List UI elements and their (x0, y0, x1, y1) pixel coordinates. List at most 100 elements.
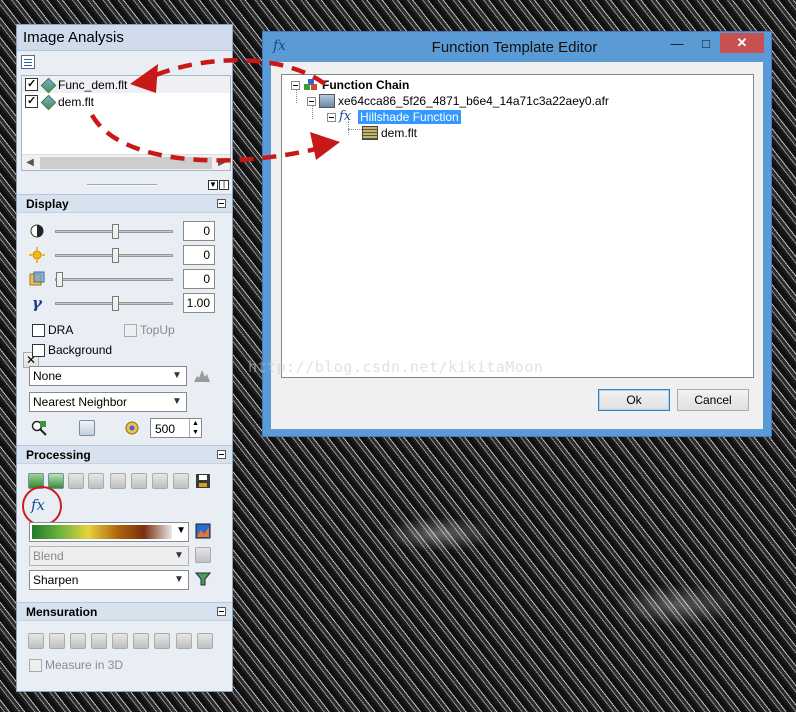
function-chain-icon (303, 78, 319, 92)
slider-thumb[interactable] (112, 247, 119, 263)
tree-node-hillshade[interactable]: 𝑓x Hillshade Function (327, 109, 461, 125)
transparency-value[interactable]: 0 (183, 269, 215, 289)
composite-icon (151, 472, 169, 490)
raster-grid-icon (362, 126, 378, 140)
sharpen-value: Sharpen (33, 573, 79, 587)
horizontal-scrollbar[interactable]: ◀ ▶ (22, 154, 230, 170)
zoom-to-resolution-icon[interactable] (30, 419, 48, 437)
stepper-arrows-icon[interactable]: ▲ ▼ (189, 419, 201, 437)
processing-section-header[interactable]: Processing (17, 445, 232, 464)
layer-checkbox[interactable] (25, 78, 38, 91)
ok-button[interactable]: Ok (598, 389, 670, 411)
tree-node-label: xe64cca86_5f26_4871_b6e4_14a71c3a22aey0.… (338, 94, 609, 108)
background-label: Background (48, 343, 113, 357)
measure-height-icon (90, 632, 108, 650)
contrast-slider-row: 0 (29, 221, 229, 241)
measure-3d-checkbox-row[interactable]: Measure in 3D (29, 658, 123, 672)
minimize-icon[interactable]: — (664, 33, 690, 53)
raster-layer-icon (41, 96, 55, 108)
display-section-header[interactable]: Display (17, 194, 232, 213)
layer-label: Func_dem.flt (58, 77, 128, 92)
collapse-icon[interactable] (217, 607, 226, 616)
transparency-slider[interactable] (55, 271, 173, 287)
mensuration-section-header[interactable]: Mensuration (17, 602, 232, 621)
scroll-right-icon[interactable]: ▶ (214, 157, 230, 168)
background-checkbox[interactable] (32, 343, 45, 357)
measure-base-icon (153, 632, 171, 650)
scale-value[interactable]: 500 (155, 422, 175, 436)
scroll-thumb[interactable] (40, 156, 212, 169)
topup-checkbox[interactable] (124, 323, 137, 337)
watermark-text: http://blog.csdn.net/kikitaMoon (248, 358, 544, 376)
layer-checkbox[interactable] (25, 95, 38, 108)
layer-toolbar (17, 51, 232, 73)
contrast-slider[interactable] (55, 223, 173, 239)
collapse-node-icon[interactable] (291, 80, 300, 90)
tree-line (348, 129, 362, 130)
layer-label: dem.flt (58, 94, 95, 109)
filter-icon[interactable] (194, 570, 212, 588)
brightness-icon (29, 247, 45, 263)
maximize-icon[interactable]: □ (693, 33, 719, 53)
tree-node-label: Hillshade Function (358, 110, 461, 124)
tree-node-dem[interactable]: dem.flt (362, 125, 417, 141)
collapse-icon[interactable] (217, 199, 226, 208)
stack-icon (67, 472, 85, 490)
chevron-down-icon: ▼ (174, 550, 184, 561)
list-by-layer-icon[interactable] (21, 55, 35, 69)
stretch-dropdown[interactable]: None ▼ (29, 366, 187, 386)
collapse-node-icon[interactable] (307, 96, 316, 106)
contrast-value[interactable]: 0 (183, 221, 215, 241)
dra-checkbox[interactable] (32, 323, 45, 337)
scale-stepper[interactable]: 500 ▲ ▼ (150, 418, 202, 438)
swipe-icon-shape (79, 420, 95, 436)
tree-node-function-chain[interactable]: Function Chain (291, 77, 409, 93)
brightness-slider[interactable] (55, 247, 173, 263)
background-checkbox-row[interactable]: Background (32, 343, 112, 357)
measure-shadow-icon (132, 632, 150, 650)
slider-thumb[interactable] (112, 295, 119, 311)
collapse-node-icon[interactable] (327, 112, 336, 122)
gamma-value[interactable]: 1.00 (183, 293, 215, 313)
collapse-all-icon[interactable]: ▼ (208, 180, 218, 190)
slider-thumb[interactable] (56, 271, 63, 287)
save-icon[interactable] (194, 472, 212, 490)
leaf-icon (87, 472, 105, 490)
measure-3d-checkbox[interactable] (29, 658, 42, 672)
resampling-dropdown[interactable]: Nearest Neighbor ▼ (29, 392, 187, 412)
annotation-circle (22, 486, 62, 526)
brightness-value[interactable]: 0 (183, 245, 215, 265)
processing-header-label: Processing (26, 447, 91, 462)
dra-checkbox-row[interactable]: DRA (32, 323, 73, 337)
function-icon: 𝑓x (339, 109, 352, 124)
scroll-left-icon[interactable]: ◀ (22, 157, 38, 168)
slider-thumb[interactable] (112, 223, 119, 239)
close-icon[interactable]: ✕ (720, 33, 764, 53)
color-ramp-dropdown[interactable]: ▼ (29, 522, 189, 542)
image-analysis-title: Image Analysis (23, 29, 124, 46)
panel-splitter[interactable] (87, 184, 157, 186)
colormap-icon[interactable] (194, 522, 212, 540)
display-header-label: Display (26, 196, 69, 211)
layer-item-func-dem[interactable]: Func_dem.flt (22, 76, 230, 93)
pin-icon[interactable]: | (219, 180, 229, 190)
cancel-button[interactable]: Cancel (677, 389, 749, 411)
blend-dropdown[interactable]: Blend ▼ (29, 546, 189, 566)
raster-layer-icon (41, 79, 55, 91)
histogram-icon[interactable] (193, 366, 211, 384)
topup-checkbox-row[interactable]: TopUp (124, 323, 175, 337)
measure-results-icon (196, 632, 214, 650)
image-analysis-title-bar: Image Analysis □ ✕ (17, 25, 232, 368)
chevron-down-icon: ▼ (172, 370, 182, 381)
fte-title-bar: 𝑓x Function Template Editor — □ ✕ (263, 32, 771, 62)
gamma-icon: γ (32, 294, 42, 312)
swipe-icon[interactable] (78, 419, 96, 437)
layer-item-dem[interactable]: dem.flt (22, 93, 230, 110)
color-ramp-gradient (32, 525, 172, 539)
gamma-slider[interactable] (55, 295, 173, 311)
function-template-editor-window: 𝑓x Function Template Editor — □ ✕ Functi… (262, 31, 772, 437)
collapse-icon[interactable] (217, 450, 226, 459)
tree-node-raster[interactable]: xe64cca86_5f26_4871_b6e4_14a71c3a22aey0.… (307, 93, 609, 109)
sharpen-dropdown[interactable]: Sharpen ▼ (29, 570, 189, 590)
blend-value: Blend (33, 549, 64, 563)
